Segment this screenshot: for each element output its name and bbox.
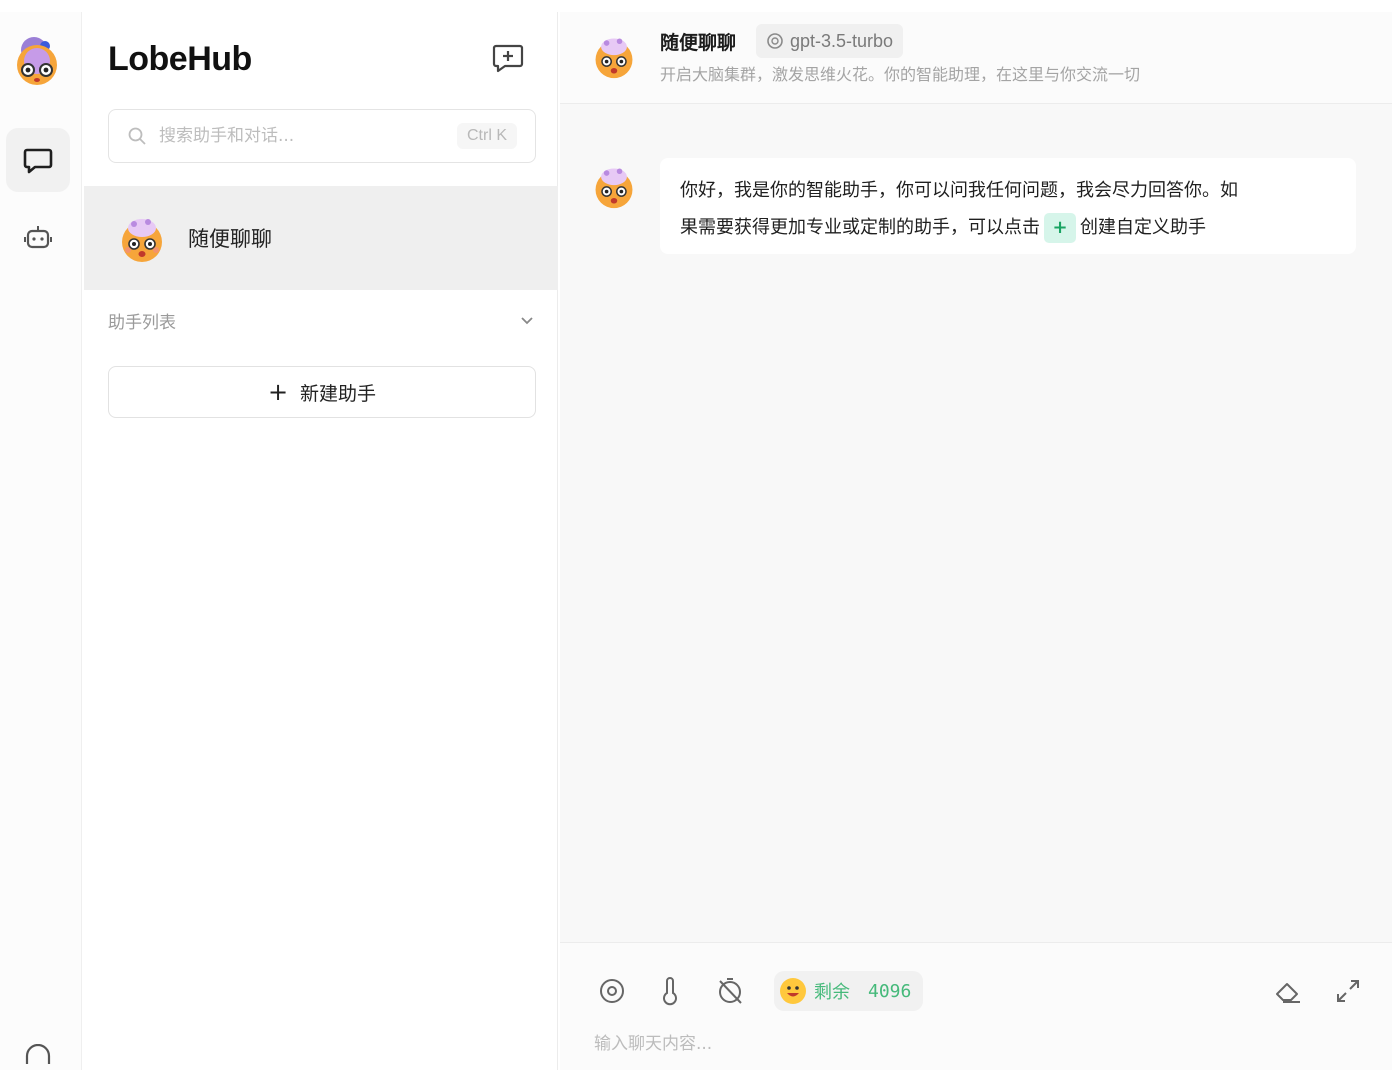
model-tag[interactable]: gpt-3.5-turbo — [756, 24, 904, 58]
temperature-button[interactable] — [650, 971, 690, 1011]
search-box: Ctrl K — [108, 109, 536, 163]
openai-icon — [767, 33, 783, 49]
eraser-icon — [1276, 983, 1300, 1003]
assistant-message: 你好，我是你的智能助手，你可以问我任何问题，我会尽力回答你。如 果需要获得更加专… — [660, 158, 1356, 254]
chevron-down-icon — [521, 317, 533, 325]
new-agent-label: 新建助手 — [300, 382, 377, 405]
github-nav-button[interactable] — [6, 1044, 70, 1070]
session-item[interactable]: 随便聊聊 — [84, 186, 558, 290]
chat-main: 随便聊聊 gpt-3.5-turbo 开启大脑集群，激发思维火花。你的智能助理，… — [560, 12, 1392, 1070]
chat-description: 开启大脑集群，激发思维火花。你的智能助理，在这里与你交流一切 — [660, 65, 1141, 84]
new-agent-button[interactable]: + 新建助手 — [108, 366, 536, 418]
model-settings-button[interactable] — [592, 971, 632, 1011]
chat-input-area: 剩余 4096 — [560, 942, 1392, 1070]
message-plus-icon — [492, 44, 524, 73]
session-sidebar: LobeHub Ctrl K — [84, 12, 558, 1070]
user-avatar[interactable] — [10, 34, 64, 88]
search-icon — [128, 127, 146, 145]
github-icon — [25, 1044, 51, 1064]
history-limit-button[interactable] — [710, 971, 750, 1011]
chat-input[interactable] — [594, 1029, 1354, 1059]
app-window: LobeHub Ctrl K — [0, 0, 1392, 1070]
token-counter[interactable]: 剩余 4096 — [774, 971, 924, 1011]
timer-off-icon — [719, 978, 742, 1004]
token-count: 4096 — [868, 980, 912, 1002]
agent-list-label: 助手列表 — [108, 312, 176, 333]
brain-circuit-icon — [600, 979, 624, 1003]
agent-list-group-toggle[interactable]: 助手列表 — [108, 304, 536, 336]
thermometer-icon — [663, 977, 677, 1006]
new-chat-button[interactable] — [488, 38, 528, 78]
assistant-avatar-icon — [595, 168, 633, 209]
search-input[interactable] — [159, 126, 457, 146]
brand-logo: LobeHub — [108, 40, 252, 78]
message-line-1: 你好，我是你的智能助手，你可以问我任何问题，我会尽力回答你。如 — [680, 180, 1238, 201]
grinning-face-icon — [780, 978, 806, 1004]
token-label: 剩余 — [814, 982, 850, 1003]
clear-chat-button[interactable] — [1268, 971, 1308, 1011]
chat-header: 随便聊聊 gpt-3.5-turbo 开启大脑集群，激发思维火花。你的智能助理，… — [560, 12, 1392, 104]
exploding-head-emoji-icon — [122, 219, 162, 262]
chat-bubble-icon — [23, 148, 53, 174]
exploding-head-emoji-icon[interactable] — [590, 32, 638, 80]
inline-plus-icon[interactable]: + — [1044, 213, 1076, 243]
message-line-2-tail: 创建自定义助手 — [1080, 217, 1206, 238]
chat-title: 随便聊聊 — [660, 32, 737, 54]
icon-rail — [0, 12, 82, 1070]
maximize-icon — [1337, 980, 1359, 1002]
chat-nav-button[interactable] — [6, 128, 70, 192]
search-shortcut-hint: Ctrl K — [457, 123, 517, 149]
agents-nav-button[interactable] — [6, 206, 70, 270]
robot-icon — [24, 226, 52, 249]
message-line-2-text: 果需要获得更加专业或定制的助手，可以点击 — [680, 217, 1040, 238]
plus-icon: + — [267, 378, 289, 406]
expand-input-button[interactable] — [1328, 971, 1368, 1011]
message-line-2: 果需要获得更加专业或定制的助手，可以点击 + 创建自定义助手 — [680, 209, 1336, 246]
model-name: gpt-3.5-turbo — [790, 30, 894, 51]
session-title: 随便聊聊 — [188, 227, 272, 251]
